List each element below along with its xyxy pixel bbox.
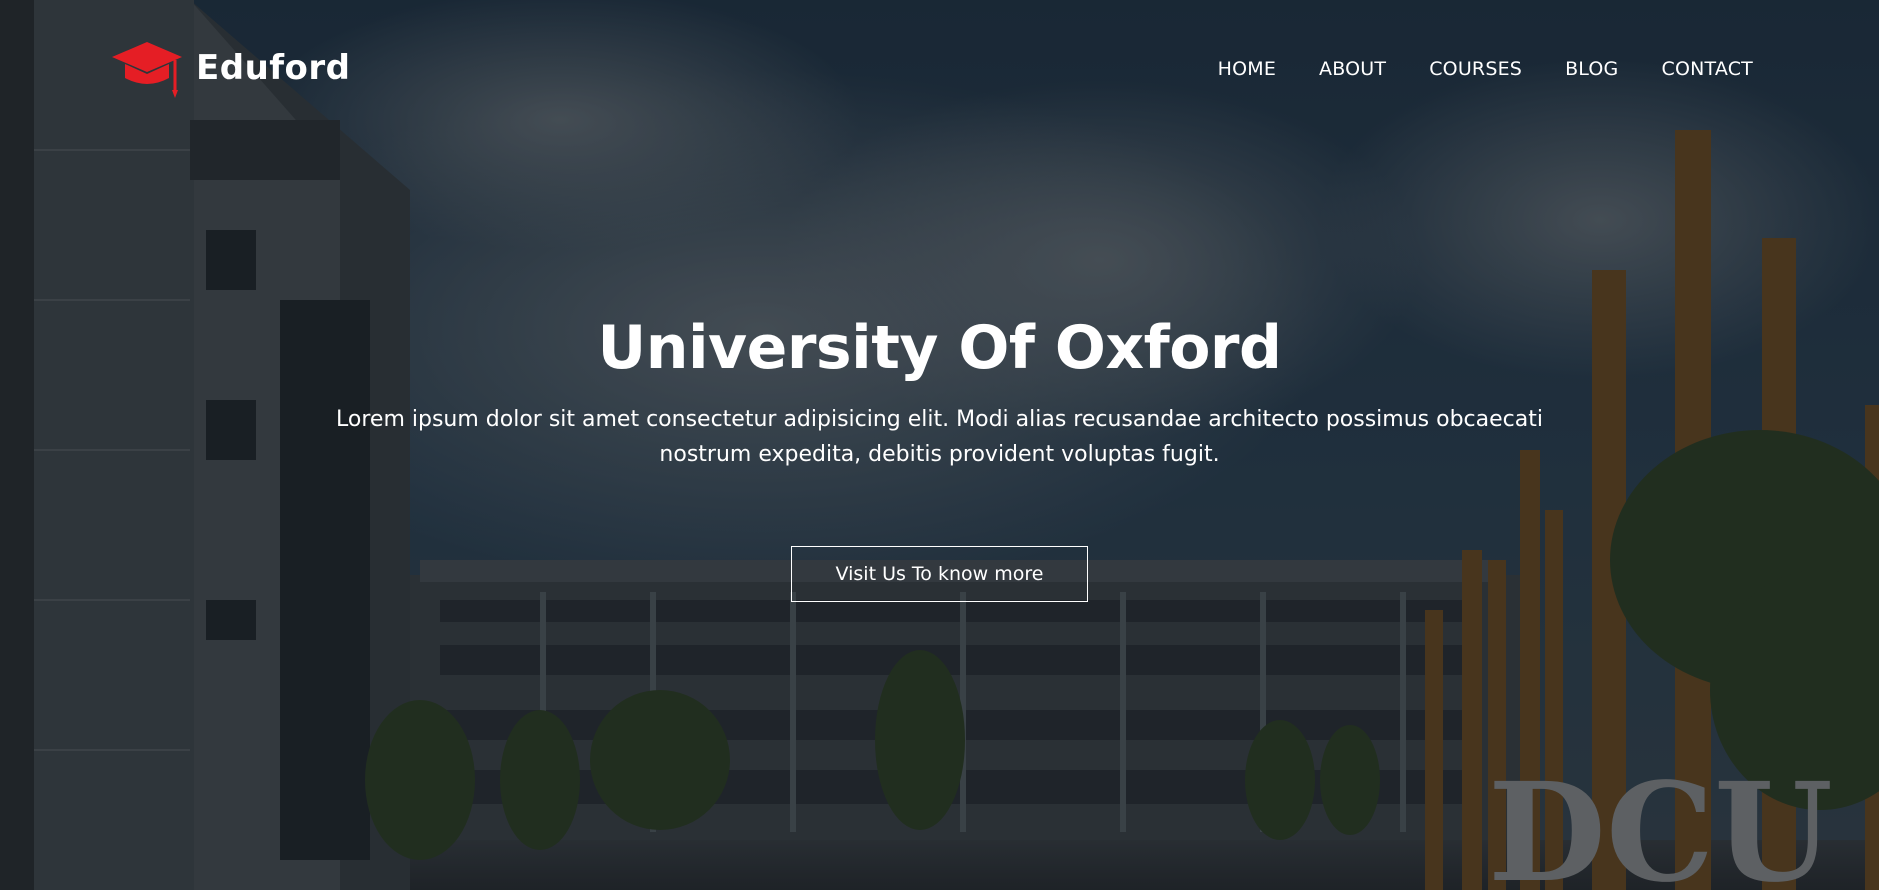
visit-us-button[interactable]: Visit Us To know more [790, 546, 1089, 602]
hero-title: University Of Oxford [597, 313, 1282, 383]
nav-item-contact[interactable]: CONTACT [1661, 58, 1753, 80]
hero-content: University Of Oxford Lorem ipsum dolor s… [0, 306, 1879, 602]
nav-item-home[interactable]: HOME [1218, 58, 1276, 80]
logo-link[interactable]: Eduford [110, 40, 351, 102]
nav-item-courses[interactable]: COURSES [1429, 58, 1522, 80]
nav-item-about[interactable]: ABOUT [1319, 58, 1386, 80]
graduation-cap-icon [112, 42, 182, 98]
hero-section: DCU Eduford HOME ABOUT COURSES BLOG CONT… [0, 0, 1879, 890]
hero-description: Lorem ipsum dolor sit amet consectetur a… [336, 407, 1543, 467]
nav-item-blog[interactable]: BLOG [1565, 58, 1618, 80]
brand-name: Eduford [196, 48, 351, 88]
main-navigation: HOME ABOUT COURSES BLOG CONTACT [1218, 58, 1753, 80]
